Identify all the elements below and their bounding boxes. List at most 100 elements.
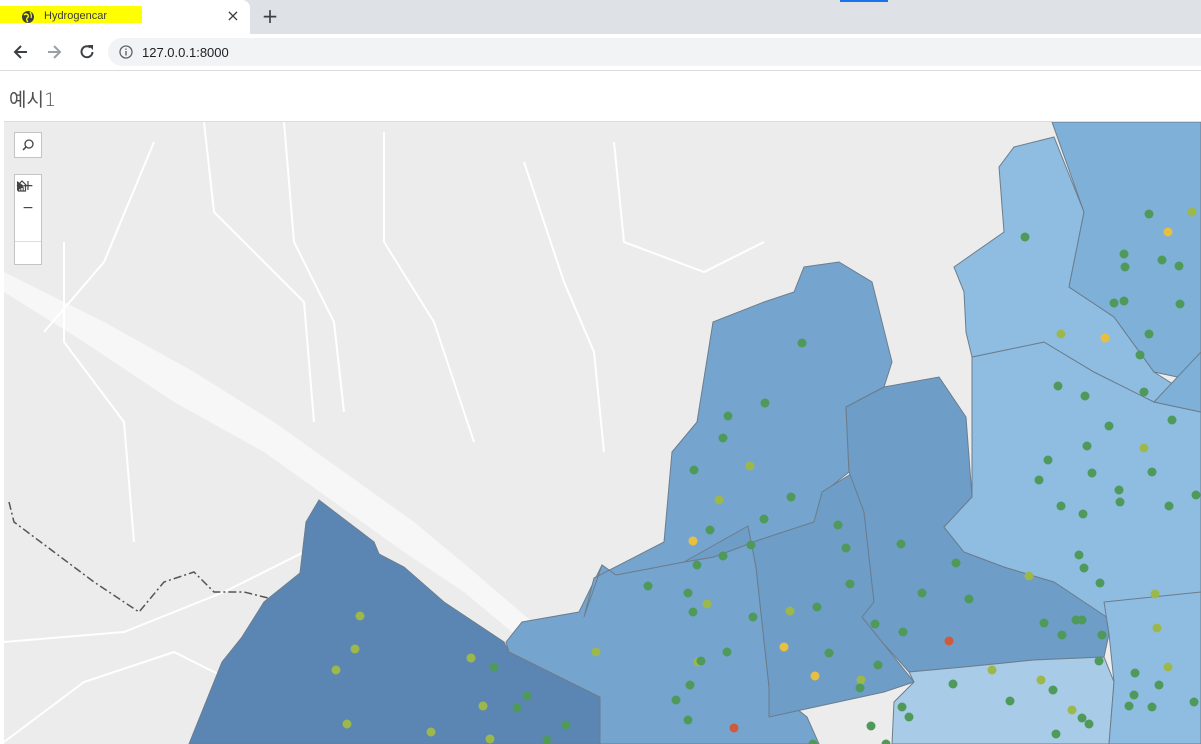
zoom-out-button[interactable]: − (15, 197, 41, 219)
station-point[interactable] (1176, 300, 1185, 309)
station-point[interactable] (1096, 579, 1105, 588)
play-button[interactable] (15, 241, 41, 264)
station-point[interactable] (592, 648, 601, 657)
url-text[interactable]: 127.0.0.1:8000 (142, 45, 229, 60)
station-point[interactable] (842, 544, 851, 553)
station-point[interactable] (693, 561, 702, 570)
station-point[interactable] (1035, 476, 1044, 485)
station-point[interactable] (1040, 619, 1049, 628)
station-point[interactable] (813, 603, 822, 612)
map-search-button[interactable] (14, 132, 42, 158)
station-point[interactable] (1116, 498, 1125, 507)
station-point[interactable] (684, 716, 693, 725)
station-point[interactable] (427, 728, 436, 737)
station-point[interactable] (786, 607, 795, 616)
station-point[interactable] (747, 541, 756, 550)
station-point[interactable] (715, 496, 724, 505)
station-point[interactable] (479, 702, 488, 711)
new-tab-button[interactable]: + (260, 6, 280, 26)
station-point[interactable] (1088, 469, 1097, 478)
station-point[interactable] (857, 676, 866, 685)
station-point[interactable] (905, 713, 914, 722)
station-point[interactable] (513, 704, 522, 713)
station-point[interactable] (332, 666, 341, 675)
station-point[interactable] (1158, 256, 1167, 265)
station-point[interactable] (723, 648, 732, 657)
station-point[interactable] (1057, 502, 1066, 511)
station-point[interactable] (1006, 697, 1015, 706)
station-point[interactable] (834, 521, 843, 530)
station-point[interactable] (467, 654, 476, 663)
map-view[interactable]: + − (4, 121, 1201, 744)
station-point[interactable] (965, 595, 974, 604)
station-point[interactable] (1054, 382, 1063, 391)
station-point[interactable] (1164, 228, 1173, 237)
station-point[interactable] (1145, 330, 1154, 339)
station-point[interactable] (856, 684, 865, 693)
station-point[interactable] (1131, 669, 1140, 678)
station-point[interactable] (1145, 210, 1154, 219)
station-point[interactable] (706, 526, 715, 535)
station-point[interactable] (1044, 456, 1053, 465)
station-point[interactable] (1140, 388, 1149, 397)
station-point[interactable] (1110, 299, 1119, 308)
home-button[interactable] (15, 219, 41, 241)
tab-close-icon[interactable]: × (225, 8, 241, 24)
station-point[interactable] (761, 399, 770, 408)
station-point[interactable] (1165, 502, 1174, 511)
station-point[interactable] (825, 649, 834, 658)
station-point[interactable] (1105, 422, 1114, 431)
station-point[interactable] (1120, 250, 1129, 259)
station-point[interactable] (1115, 486, 1124, 495)
station-point[interactable] (703, 600, 712, 609)
station-point[interactable] (490, 663, 499, 672)
station-point[interactable] (760, 515, 769, 524)
station-point[interactable] (1151, 590, 1160, 599)
reload-icon[interactable] (77, 42, 97, 62)
station-point[interactable] (351, 645, 360, 654)
station-point[interactable] (1098, 631, 1107, 640)
station-point[interactable] (1081, 392, 1090, 401)
station-point[interactable] (798, 339, 807, 348)
browser-tab[interactable]: Hydrogencar × (0, 0, 250, 34)
station-point[interactable] (1125, 702, 1134, 711)
info-icon[interactable] (119, 45, 133, 59)
station-point[interactable] (1188, 208, 1197, 217)
station-point[interactable] (1192, 491, 1201, 500)
station-point[interactable] (811, 672, 820, 681)
station-point[interactable] (1168, 416, 1177, 425)
station-point[interactable] (1075, 551, 1084, 560)
back-arrow-icon[interactable] (11, 42, 31, 62)
station-point[interactable] (1120, 297, 1129, 306)
map-canvas[interactable] (4, 122, 1201, 744)
station-point[interactable] (689, 537, 698, 546)
station-point[interactable] (874, 661, 883, 670)
station-point[interactable] (988, 666, 997, 675)
station-point[interactable] (523, 692, 532, 701)
station-point[interactable] (846, 580, 855, 589)
station-point[interactable] (871, 620, 880, 629)
station-point[interactable] (1130, 691, 1139, 700)
station-point[interactable] (1121, 263, 1130, 272)
station-point[interactable] (1068, 706, 1077, 715)
station-point[interactable] (719, 552, 728, 561)
station-point[interactable] (343, 720, 352, 729)
station-point[interactable] (918, 589, 927, 598)
station-point[interactable] (672, 696, 681, 705)
address-bar[interactable]: 127.0.0.1:8000 (108, 38, 1201, 66)
station-point[interactable] (898, 703, 907, 712)
station-point[interactable] (1095, 657, 1104, 666)
station-point[interactable] (686, 681, 695, 690)
station-point[interactable] (746, 462, 755, 471)
station-point[interactable] (867, 722, 876, 731)
station-point[interactable] (1083, 442, 1092, 451)
station-point[interactable] (899, 628, 908, 637)
station-point[interactable] (1190, 698, 1199, 707)
station-point[interactable] (897, 540, 906, 549)
station-point[interactable] (697, 657, 706, 666)
station-point[interactable] (690, 466, 699, 475)
station-point[interactable] (1078, 616, 1087, 625)
station-point[interactable] (749, 613, 758, 622)
station-point[interactable] (684, 589, 693, 598)
station-point[interactable] (719, 434, 728, 443)
